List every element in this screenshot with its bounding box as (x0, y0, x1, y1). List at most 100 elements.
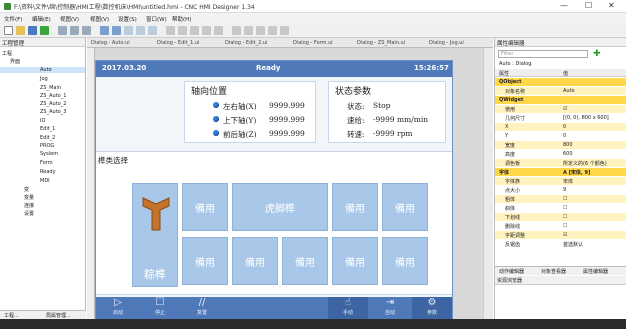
spare-button[interactable]: 備用 (232, 237, 278, 285)
tree-item[interactable]: Ready (40, 169, 56, 175)
layout-icon[interactable] (268, 26, 277, 35)
tab-project[interactable]: 工程... (4, 312, 19, 319)
undo-icon[interactable] (100, 26, 109, 35)
property-value[interactable]: ☐ (563, 205, 567, 211)
paste-icon[interactable] (82, 26, 91, 35)
tab-dialog-auto[interactable]: Dialog - Auto.ui (91, 40, 130, 46)
layout-icon[interactable] (280, 26, 289, 35)
align-center-icon[interactable] (178, 26, 187, 35)
property-row[interactable]: Y0 (495, 132, 626, 140)
tree-item[interactable]: 连接 (24, 202, 34, 209)
tree-item[interactable]: ZS_Auto_1 (40, 93, 66, 99)
property-value[interactable]: 所定义的(6 个颜色) (563, 160, 607, 167)
property-value[interactable]: ☐ (563, 214, 567, 220)
tree-item[interactable]: 界面 (10, 58, 20, 65)
tree-item[interactable]: ZS_Auto_3 (40, 109, 66, 115)
property-row[interactable]: 高度 600 (495, 150, 626, 158)
spare-button[interactable]: 備用 (182, 237, 228, 285)
layout-icon[interactable] (256, 26, 265, 35)
tab-action-editor[interactable]: 动作编辑器 (499, 268, 524, 275)
property-row[interactable]: QObject (495, 78, 626, 86)
property-value[interactable]: 首选默认 (563, 241, 583, 248)
tree-item[interactable]: Syslem (40, 151, 58, 157)
property-value[interactable]: A [宋体, 9] (563, 169, 590, 176)
tree-item[interactable]: 工程 (2, 50, 12, 57)
widget-icon[interactable] (136, 26, 145, 35)
layout-icon[interactable] (244, 26, 253, 35)
tree-item[interactable]: Form (40, 160, 53, 166)
manual-button[interactable]: ☝ 手动 (328, 297, 368, 319)
tree-item[interactable]: IO (40, 118, 45, 124)
stop-button[interactable]: ☐ 停止 (140, 297, 180, 319)
property-row[interactable]: 字距调整 ☑ (495, 231, 626, 239)
copy-icon[interactable] (70, 26, 79, 35)
run-icon[interactable] (40, 26, 49, 35)
minimize-button[interactable]: — (560, 1, 568, 11)
property-value[interactable]: 0 (563, 133, 566, 139)
property-value[interactable]: Auto (563, 88, 575, 94)
widget-icon[interactable] (148, 26, 157, 35)
menu-edit[interactable]: 编辑(E) (32, 15, 51, 23)
tree-item[interactable]: MDI (40, 178, 50, 184)
spare-button[interactable]: 備用 (282, 237, 328, 285)
property-row[interactable]: 粗体 ☐ (495, 195, 626, 203)
align-left-icon[interactable] (166, 26, 175, 35)
cut-icon[interactable] (58, 26, 67, 35)
canvas-scrollbar[interactable] (483, 48, 493, 319)
layout-icon[interactable] (232, 26, 241, 35)
tree-item-selected[interactable]: Auto (0, 67, 85, 73)
menu-settings[interactable]: 设置(S) (118, 15, 137, 23)
property-row[interactable]: QWidget (495, 96, 626, 104)
property-value[interactable]: ☑ (563, 232, 567, 238)
spare-button[interactable]: 備用 (182, 183, 228, 231)
property-row[interactable]: 下划线 ☐ (495, 213, 626, 221)
reset-button[interactable]: // 复置 (182, 297, 222, 319)
align-top-icon[interactable] (202, 26, 211, 35)
tree-item[interactable]: 设置 (24, 210, 34, 217)
hmi-dialog[interactable]: 2017.03.20 Ready 15:26:57 轴向位置 左右轴(X) 99… (95, 60, 453, 319)
tiger-foot-tenon-button[interactable]: 虎脚榫 (232, 183, 328, 231)
property-value[interactable]: 宋体 (563, 178, 573, 185)
save-icon[interactable] (28, 26, 37, 35)
property-row[interactable]: 字体族 宋体 (495, 177, 626, 185)
zong-tenon-button[interactable]: 粽榫 (132, 183, 178, 287)
property-value[interactable]: ☐ (563, 196, 567, 202)
spare-button[interactable]: 備用 (332, 183, 378, 231)
property-value[interactable]: 600 (563, 151, 573, 157)
property-row[interactable]: 几何尺寸 [(0, 0), 800 x 600] (495, 114, 626, 122)
property-row[interactable]: 删除线 ☐ (495, 222, 626, 230)
tab-dialog-form[interactable]: Dialog - Form.ui (293, 40, 333, 46)
auto-button[interactable]: ⇥ 自动 (370, 297, 410, 319)
redo-icon[interactable] (112, 26, 121, 35)
property-value[interactable]: 800 (563, 142, 573, 148)
menu-view-2[interactable]: 视图(V) (90, 15, 109, 23)
tree-item[interactable]: ZS_Main (40, 85, 61, 91)
menu-help[interactable]: 帮助(H) (172, 15, 191, 23)
tree-item[interactable]: Edit_1 (40, 126, 55, 132)
tab-object-viewer[interactable]: 对象查看器 (541, 268, 566, 275)
tab-dialog-edit2[interactable]: Dialog - Edit_2.ui (225, 40, 267, 46)
maximize-button[interactable]: ☐ (585, 1, 592, 11)
property-row[interactable]: 调色板 所定义的(6 个颜色) (495, 159, 626, 167)
align-bottom-icon[interactable] (214, 26, 223, 35)
property-row[interactable]: 点大小 9 (495, 186, 626, 194)
spare-button[interactable]: 備用 (382, 183, 428, 231)
new-icon[interactable] (4, 26, 13, 35)
tree-item[interactable]: PROG (40, 143, 54, 149)
open-icon[interactable] (16, 26, 25, 35)
menu-view[interactable]: 视图(V) (60, 15, 79, 23)
close-button[interactable]: ✕ (608, 1, 615, 11)
align-right-icon[interactable] (190, 26, 199, 35)
tree-item[interactable]: 变 (24, 186, 29, 193)
property-row[interactable]: 斜体 ☐ (495, 204, 626, 212)
tree-item[interactable]: ZS_Auto_2 (40, 101, 66, 107)
menu-file[interactable]: 文件(F) (4, 15, 22, 23)
tab-dialog-edit1[interactable]: Dialog - Edit_1.ui (157, 40, 199, 46)
property-value[interactable]: [(0, 0), 800 x 600] (563, 115, 609, 121)
params-button[interactable]: ⚙ 参数 (412, 297, 452, 319)
add-icon[interactable]: ✚ (593, 49, 601, 59)
property-filter-input[interactable]: Filter (498, 50, 588, 58)
spare-button[interactable]: 備用 (332, 237, 378, 285)
property-value[interactable]: 0 (563, 124, 566, 130)
start-button[interactable]: ▷ 启动 (98, 297, 138, 319)
